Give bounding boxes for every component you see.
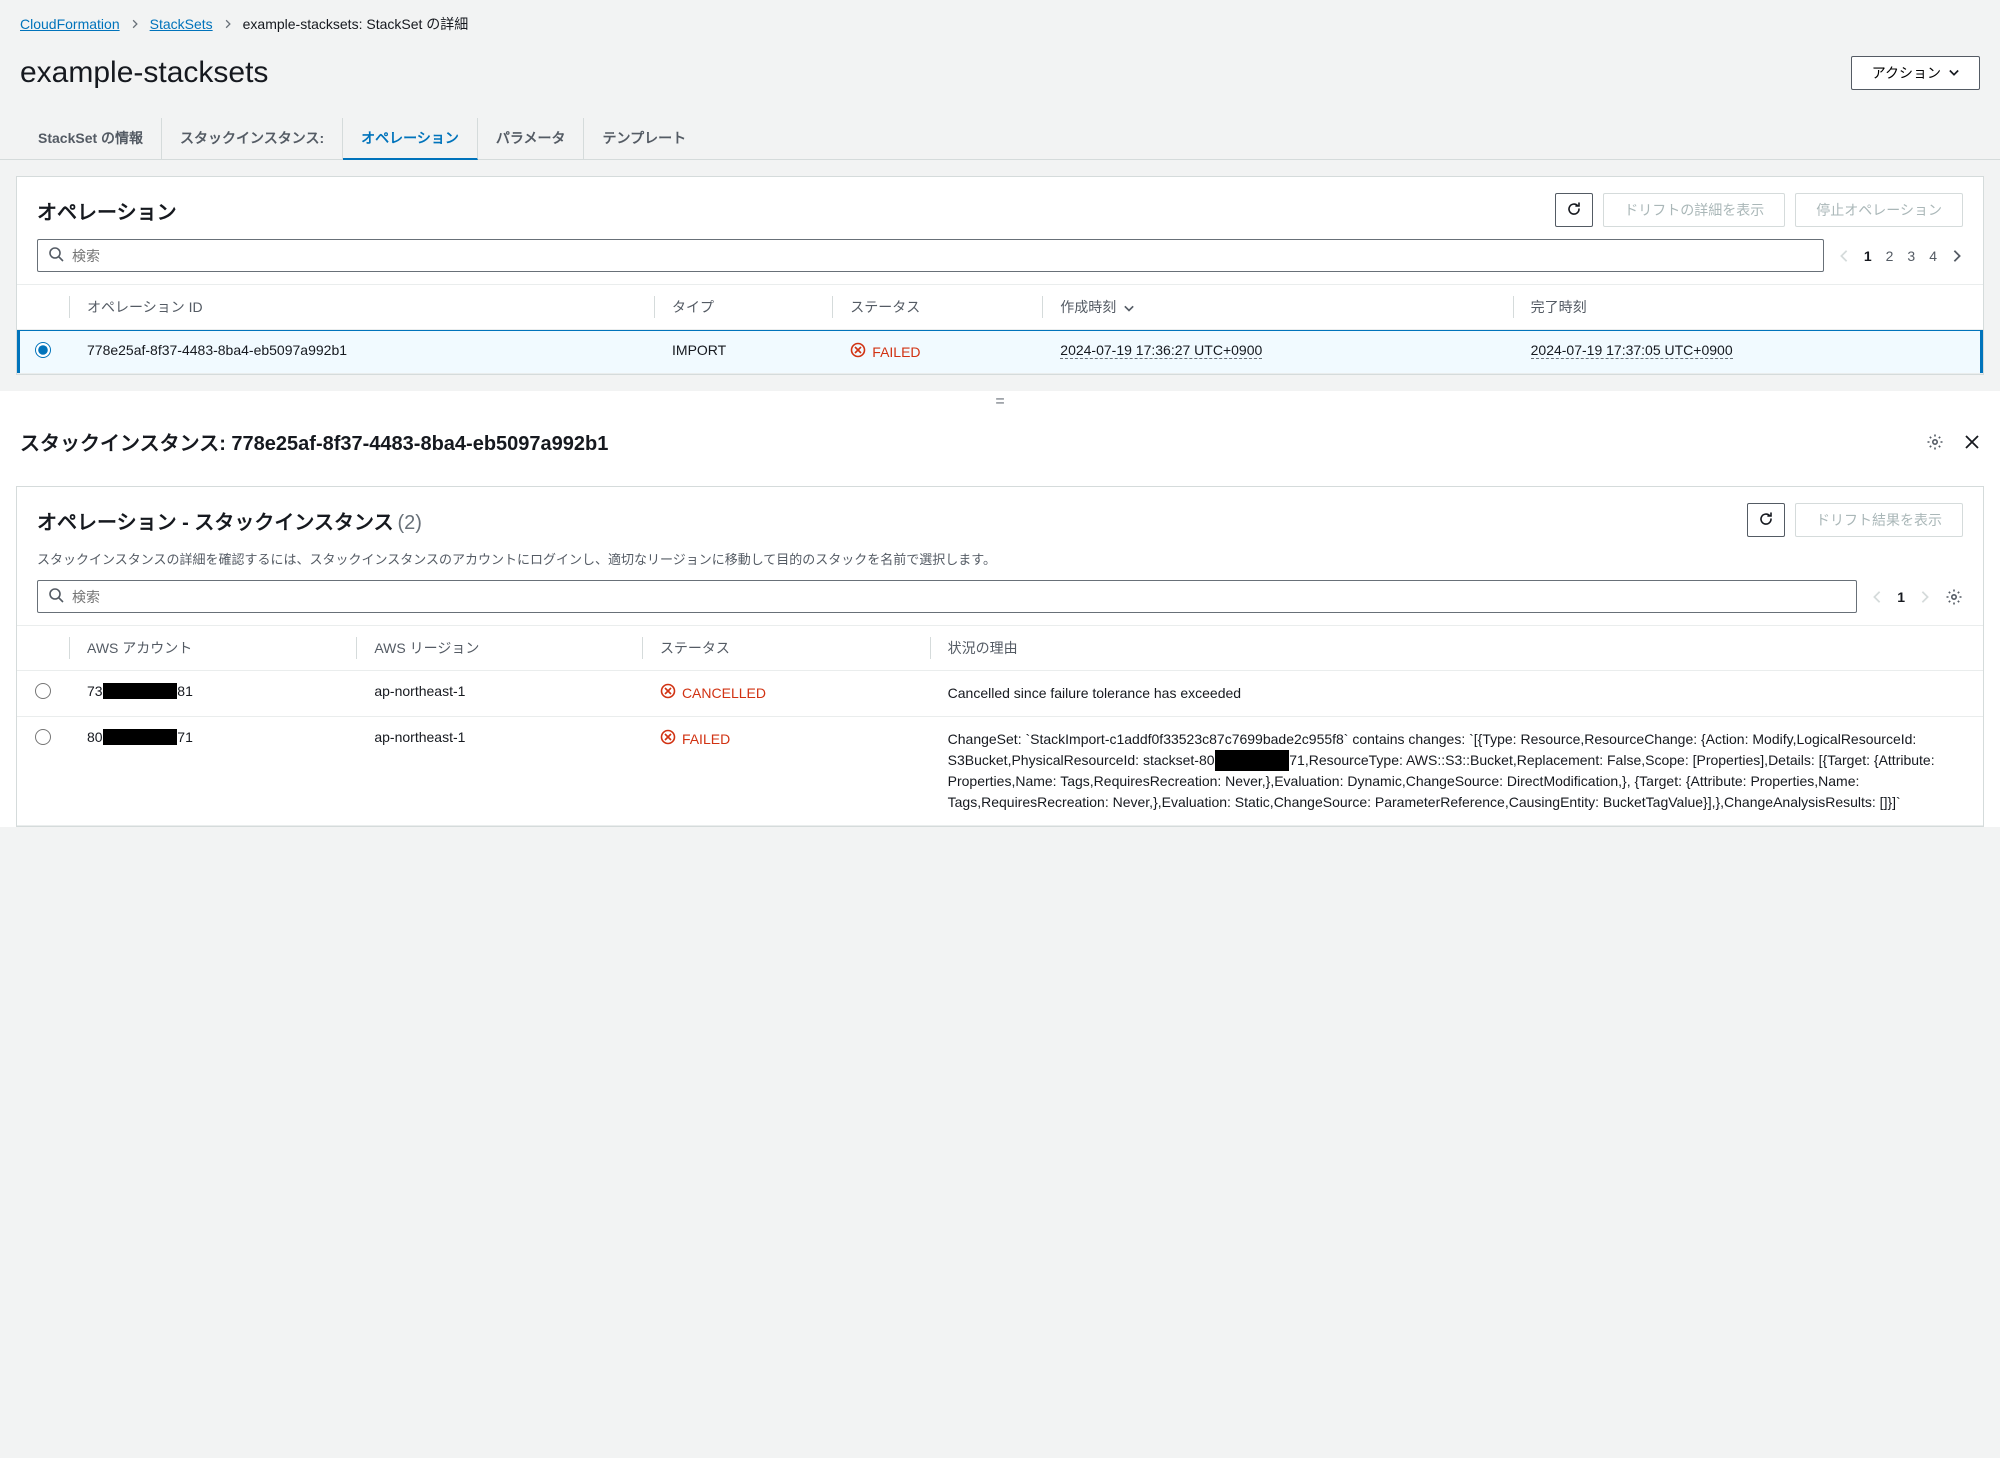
- error-icon: [660, 683, 676, 702]
- chevron-right-icon: [130, 16, 140, 32]
- row-radio[interactable]: [35, 342, 51, 358]
- operations-title: オペレーション: [37, 196, 177, 225]
- row-radio[interactable]: [35, 729, 51, 745]
- tab-stackset-info[interactable]: StackSet の情報: [20, 118, 162, 159]
- col-region[interactable]: AWS リージョン: [356, 626, 642, 671]
- detail-title: スタックインスタンス: 778e25af-8f37-4483-8ba4-eb50…: [20, 427, 608, 456]
- region-value: ap-northeast-1: [356, 717, 642, 826]
- operations-pagination: 1 2 3 4: [1838, 248, 1963, 264]
- col-operation-id[interactable]: オペレーション ID: [69, 285, 654, 330]
- page-1[interactable]: 1: [1897, 589, 1905, 605]
- chevron-right-icon: [223, 16, 233, 32]
- detail-pane: スタックインスタンス: 778e25af-8f37-4483-8ba4-eb50…: [0, 413, 2000, 827]
- operations-panel: オペレーション ドリフトの詳細を表示 停止オペレーション: [16, 176, 1984, 375]
- instances-table: AWS アカウント AWS リージョン ステータス 状況の理由 73XXXXXX…: [17, 625, 1983, 826]
- tab-stack-instances[interactable]: スタックインスタンス:: [162, 118, 343, 159]
- select-col: [17, 626, 69, 671]
- instance-row[interactable]: 73XXXXXXXX81 ap-northeast-1 CANCELLED: [17, 671, 1983, 717]
- caret-down-icon: [1949, 65, 1959, 81]
- next-page-button[interactable]: [1919, 590, 1931, 604]
- operations-search-input[interactable]: [37, 239, 1824, 272]
- status-badge: CANCELLED: [660, 683, 766, 702]
- col-status[interactable]: ステータス: [832, 285, 1042, 330]
- instances-subtext: スタックインスタンスの詳細を確認するには、スタックインスタンスのアカウントにログ…: [17, 549, 1983, 580]
- refresh-icon: [1758, 511, 1774, 530]
- instances-panel: オペレーション - スタックインスタンス (2) ドリフト結果を表示 スタックイ…: [16, 486, 1984, 827]
- error-icon: [660, 729, 676, 748]
- prev-page-button[interactable]: [1871, 590, 1883, 604]
- col-account[interactable]: AWS アカウント: [69, 626, 356, 671]
- select-col: [17, 285, 69, 330]
- breadcrumb-stacksets[interactable]: StackSets: [150, 16, 213, 32]
- settings-icon[interactable]: [1926, 433, 1944, 451]
- breadcrumb: CloudFormation StackSets example-stackse…: [0, 0, 2000, 48]
- breadcrumb-root[interactable]: CloudFormation: [20, 16, 120, 32]
- next-page-button[interactable]: [1951, 249, 1963, 263]
- col-end-time[interactable]: 完了時刻: [1513, 285, 1983, 330]
- show-drift-button[interactable]: ドリフトの詳細を表示: [1603, 193, 1785, 227]
- page-1[interactable]: 1: [1864, 248, 1872, 264]
- operation-id-value: 778e25af-8f37-4483-8ba4-eb5097a992b1: [87, 342, 347, 358]
- row-radio[interactable]: [35, 683, 51, 699]
- page-4[interactable]: 4: [1929, 248, 1937, 264]
- stop-operation-button[interactable]: 停止オペレーション: [1795, 193, 1963, 227]
- page-3[interactable]: 3: [1907, 248, 1915, 264]
- refresh-button[interactable]: [1555, 193, 1593, 227]
- tab-template[interactable]: テンプレート: [584, 118, 704, 159]
- end-time-value: 2024-07-19 17:37:05 UTC+0900: [1531, 342, 1733, 359]
- reason-value: Cancelled since failure tolerance has ex…: [930, 671, 1983, 717]
- search-icon: [48, 246, 64, 265]
- instances-title: オペレーション - スタックインスタンス: [37, 512, 394, 534]
- refresh-instances-button[interactable]: [1747, 503, 1785, 537]
- page-2[interactable]: 2: [1886, 248, 1894, 264]
- account-value: 73XXXXXXXX81: [69, 671, 356, 717]
- pane-resize-handle[interactable]: =: [0, 391, 2000, 413]
- create-time-value: 2024-07-19 17:36:27 UTC+0900: [1060, 342, 1262, 359]
- instance-row[interactable]: 80XXXXXXXX71 ap-northeast-1 FAILED: [17, 717, 1983, 826]
- col-type[interactable]: タイプ: [654, 285, 832, 330]
- instances-pagination: 1: [1871, 589, 1931, 605]
- show-drift-results-button[interactable]: ドリフト結果を表示: [1795, 503, 1963, 537]
- prev-page-button[interactable]: [1838, 249, 1850, 263]
- actions-dropdown-button[interactable]: アクション: [1851, 56, 1980, 90]
- operation-type-value: IMPORT: [654, 330, 832, 374]
- tab-parameters[interactable]: パラメータ: [478, 118, 585, 159]
- tab-operations[interactable]: オペレーション: [343, 118, 478, 160]
- page-title: example-stacksets: [20, 56, 268, 90]
- breadcrumb-current: example-stacksets: StackSet の詳細: [243, 14, 469, 34]
- col-status[interactable]: ステータス: [642, 626, 930, 671]
- error-icon: [850, 342, 866, 361]
- sort-desc-icon: [1124, 303, 1134, 313]
- col-create-time[interactable]: 作成時刻: [1042, 285, 1512, 330]
- close-icon[interactable]: [1964, 434, 1980, 450]
- refresh-icon: [1566, 201, 1582, 220]
- col-reason[interactable]: 状況の理由: [930, 626, 1983, 671]
- status-badge: FAILED: [660, 729, 730, 748]
- instances-count: (2): [397, 512, 421, 534]
- search-icon: [48, 587, 64, 606]
- tabs: StackSet の情報 スタックインスタンス: オペレーション パラメータ テ…: [0, 118, 2000, 160]
- reason-value: ChangeSet: `StackImport-c1addf0f33523c87…: [930, 717, 1983, 826]
- status-badge: FAILED: [850, 342, 920, 361]
- settings-icon[interactable]: [1945, 588, 1963, 606]
- region-value: ap-northeast-1: [356, 671, 642, 717]
- operations-table: オペレーション ID タイプ ステータス 作成時刻 完了時刻 778e25af-…: [17, 284, 1983, 374]
- instances-search-input[interactable]: [37, 580, 1857, 613]
- operation-row[interactable]: 778e25af-8f37-4483-8ba4-eb5097a992b1 IMP…: [17, 330, 1983, 374]
- account-value: 80XXXXXXXX71: [69, 717, 356, 826]
